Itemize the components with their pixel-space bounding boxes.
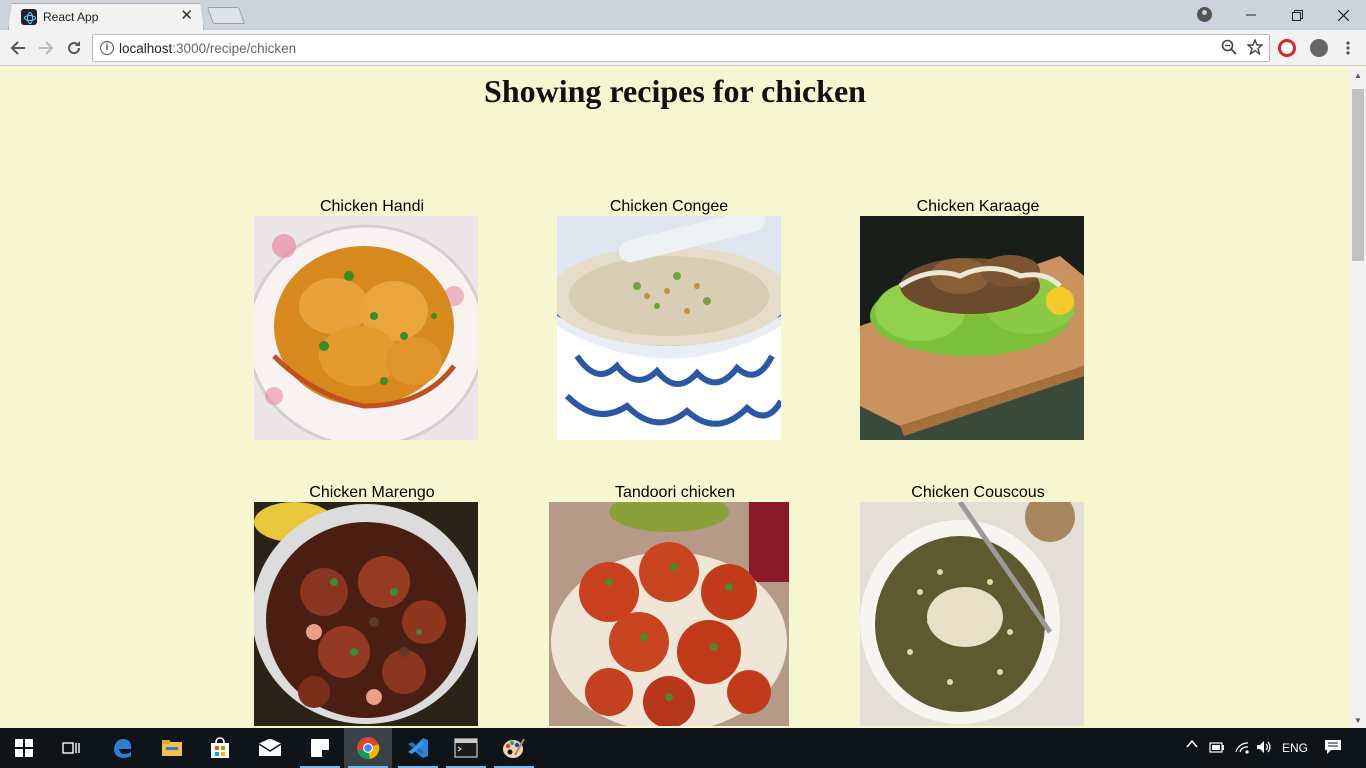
mail-icon [258, 739, 282, 756]
chrome-button[interactable] [344, 728, 392, 768]
sticky-notes-button[interactable] [296, 728, 344, 768]
recipe-card[interactable]: Chicken Congee [557, 197, 793, 440]
profile-icon[interactable] [1197, 7, 1212, 22]
reload-icon [68, 41, 81, 55]
forward-arrow-icon [39, 41, 54, 55]
chrome-icon [357, 737, 380, 760]
terminal-icon [454, 738, 478, 758]
page-content: Showing recipes for chicken Chicken Hand… [0, 67, 1350, 728]
browser-toolbar: i localhost:3000/recipe/chicken [0, 30, 1366, 66]
windows-taskbar: ENG [0, 728, 1366, 768]
recipe-name: Chicken Marengo [309, 484, 435, 501]
url-text: localhost:3000/recipe/chicken [119, 41, 297, 56]
store-icon [211, 737, 229, 758]
extension-gray-icon[interactable] [1310, 39, 1328, 57]
chrome-menu-button[interactable] [1336, 36, 1360, 60]
new-tab-button[interactable] [206, 7, 246, 24]
start-icon [15, 739, 33, 757]
recipe-card[interactable]: Chicken Marengo [254, 483, 490, 726]
kebab-menu-icon [1346, 41, 1350, 55]
vscode-button[interactable] [394, 728, 442, 768]
file-explorer-icon [162, 740, 182, 756]
recipe-name: Tandoori chicken [614, 484, 736, 501]
minimize-icon [1246, 14, 1256, 16]
recipe-card[interactable]: Chicken Couscous [860, 483, 1096, 726]
battery-icon[interactable] [1209, 740, 1225, 757]
start-button[interactable] [0, 728, 48, 768]
edge-icon [114, 739, 132, 758]
tab-title: React App [43, 10, 99, 24]
site-info-icon[interactable]: i [100, 41, 114, 55]
recipe-card[interactable]: Tandoori chicken [549, 483, 801, 726]
tab-close-icon[interactable]: ✕ [180, 8, 193, 24]
recipe-image[interactable] [254, 502, 478, 726]
recipe-name: Chicken Handi [319, 198, 425, 215]
recipe-image[interactable] [557, 216, 781, 440]
tab-react-app[interactable]: React App ✕ [8, 3, 204, 30]
terminal-button[interactable] [442, 728, 490, 768]
back-arrow-icon [10, 41, 25, 55]
scroll-thumb[interactable] [1352, 89, 1364, 261]
bookmark-star-icon[interactable] [1246, 38, 1264, 59]
recipe-name: Chicken Couscous [911, 484, 1045, 501]
close-icon [1337, 9, 1349, 21]
recipe-name: Chicken Karaage [916, 198, 1040, 215]
close-window-button[interactable] [1320, 0, 1366, 30]
wifi-icon[interactable] [1234, 739, 1250, 758]
store-button[interactable] [196, 728, 244, 768]
edge-button[interactable] [98, 728, 146, 768]
browser-titlebar: React App ✕ [0, 0, 1366, 30]
page-scrollbar[interactable]: ▲ ▼ [1350, 67, 1366, 728]
task-view-button[interactable] [48, 728, 96, 768]
sticky-notes-icon [311, 739, 329, 757]
recipe-image[interactable] [549, 502, 789, 726]
recipe-image[interactable] [860, 502, 1084, 726]
recipe-card[interactable]: Chicken Karaage [860, 197, 1096, 440]
input-language[interactable]: ENG [1282, 741, 1308, 755]
show-hidden-icons-chevron-icon[interactable] [1186, 738, 1198, 753]
vscode-icon [408, 738, 428, 758]
scroll-down-arrow-icon[interactable]: ▼ [1350, 712, 1366, 728]
restore-icon [1291, 9, 1303, 21]
react-favicon-icon [21, 9, 37, 25]
volume-icon[interactable] [1256, 739, 1272, 758]
recipe-name: Chicken Congee [609, 198, 729, 215]
zoom-icon[interactable] [1221, 39, 1237, 59]
page-title: Showing recipes for chicken [484, 73, 866, 109]
recipe-card[interactable]: Chicken Handi [254, 197, 490, 440]
back-button[interactable] [6, 36, 30, 60]
task-view-icon [62, 742, 80, 754]
file-explorer-button[interactable] [148, 728, 196, 768]
recipe-image[interactable] [254, 216, 478, 440]
minimize-button[interactable] [1228, 0, 1274, 30]
restore-button[interactable] [1274, 0, 1320, 30]
address-bar[interactable]: i localhost:3000/recipe/chicken [92, 34, 1270, 62]
extension-red-icon[interactable] [1278, 39, 1296, 57]
recipe-image[interactable] [860, 216, 1084, 440]
paint-button[interactable] [490, 728, 538, 768]
reload-button[interactable] [62, 36, 86, 60]
mail-button[interactable] [246, 728, 294, 768]
scroll-up-arrow-icon[interactable]: ▲ [1350, 67, 1366, 83]
paint-icon [503, 738, 525, 758]
forward-button[interactable] [34, 36, 58, 60]
action-center-icon[interactable] [1324, 739, 1342, 758]
